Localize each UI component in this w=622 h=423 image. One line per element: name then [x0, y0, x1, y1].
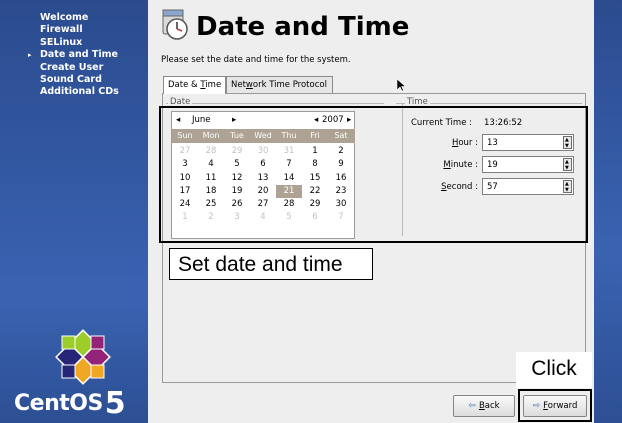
date-group-line [166, 103, 384, 104]
tab-date-time[interactable]: Date & Time [163, 76, 226, 94]
step-additional-cds: Additional CDs [40, 86, 119, 98]
tab-network-time-protocol[interactable]: Network Time Protocol [226, 76, 333, 93]
clock-calendar-icon [162, 9, 188, 40]
step-firewall: Firewall [40, 24, 83, 36]
annotation-set-date: Set date and time [169, 248, 373, 280]
highlight-box-forward [518, 389, 592, 422]
current-step-arrow-icon: ▸ [28, 51, 32, 60]
step-selinux: SELinux [40, 36, 83, 48]
page-title: Date and Time [196, 12, 410, 42]
right-border-strip [594, 0, 622, 423]
annotation-click: Click [516, 352, 592, 388]
back-arrow-icon: ⇦ [468, 401, 476, 411]
step-create-user: Create User [40, 61, 104, 73]
sidebar: Welcome Firewall SELinux ▸ Date and Time … [0, 0, 148, 423]
centos-brand: CentOS5 [14, 386, 126, 421]
back-button[interactable]: ⇦ Back [453, 395, 515, 417]
step-sound-card: Sound Card [40, 74, 102, 86]
centos-logo-icon [55, 329, 111, 385]
mouse-pointer-icon [397, 79, 406, 92]
highlight-box-date-time [159, 106, 588, 243]
page-subtitle: Please set the date and time for the sys… [161, 55, 351, 65]
step-welcome: Welcome [40, 12, 89, 23]
installation-steps: Welcome Firewall SELinux ▸ Date and Time … [28, 12, 119, 99]
step-date-and-time: ▸ Date and Time [28, 49, 118, 61]
